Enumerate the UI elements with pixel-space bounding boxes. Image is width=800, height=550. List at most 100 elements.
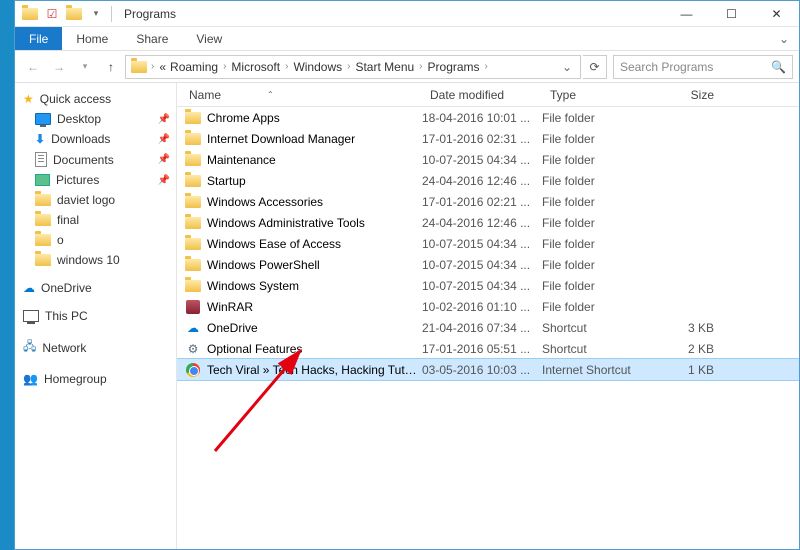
qat-newfolder-icon[interactable] xyxy=(65,5,83,23)
refresh-button[interactable]: ⟳ xyxy=(583,55,607,79)
file-type: File folder xyxy=(542,195,652,209)
folder-icon xyxy=(185,259,201,271)
folder-icon xyxy=(185,133,201,145)
file-row[interactable]: Maintenance10-07-2015 04:34 ...File fold… xyxy=(177,149,799,170)
breadcrumb-item[interactable]: Microsoft xyxy=(229,60,282,74)
address-bar[interactable]: › « Roaming › Microsoft › Windows › Star… xyxy=(125,55,581,79)
file-type: File folder xyxy=(542,300,652,314)
breadcrumb-item[interactable]: Start Menu xyxy=(353,60,416,74)
sidebar-item-folder[interactable]: windows 10 xyxy=(15,250,176,270)
tab-home[interactable]: Home xyxy=(62,27,122,50)
file-date: 17-01-2016 05:51 ... xyxy=(422,342,542,356)
breadcrumb-item[interactable]: Programs xyxy=(426,60,482,74)
window-title: Programs xyxy=(124,7,176,21)
folder-icon xyxy=(35,214,51,226)
file-row[interactable]: Startup24-04-2016 12:46 ...File folder xyxy=(177,170,799,191)
minimize-button[interactable]: — xyxy=(664,1,709,27)
sidebar-item-network[interactable]: 🖧Network xyxy=(15,334,176,361)
file-row[interactable]: ☁OneDrive21-04-2016 07:34 ...Shortcut3 K… xyxy=(177,317,799,338)
folder-icon xyxy=(185,196,201,208)
chevron-right-icon[interactable]: › xyxy=(220,61,229,72)
back-button[interactable]: ← xyxy=(21,55,45,79)
file-date: 24-04-2016 12:46 ... xyxy=(422,216,542,230)
navigation-bar: ← → ▾ ↑ › « Roaming › Microsoft › Window… xyxy=(15,51,799,83)
close-button[interactable]: ✕ xyxy=(754,1,799,27)
desktop-icon xyxy=(35,113,51,125)
chevron-right-icon[interactable]: › xyxy=(148,61,157,72)
pin-icon: 📌 xyxy=(158,154,170,165)
chevron-right-icon[interactable]: › xyxy=(482,61,491,72)
folder-icon xyxy=(185,175,201,187)
recent-dropdown-icon[interactable]: ▾ xyxy=(73,55,97,79)
chevron-right-icon[interactable]: › xyxy=(344,61,353,72)
chrome-icon xyxy=(186,363,200,377)
tab-view[interactable]: View xyxy=(182,27,236,50)
file-row[interactable]: WinRAR10-02-2016 01:10 ...File folder xyxy=(177,296,799,317)
tab-file[interactable]: File xyxy=(15,27,62,50)
download-icon: ⬇ xyxy=(35,132,45,146)
file-list-pane: Name⌃ Date modified Type Size Chrome App… xyxy=(177,83,799,549)
file-type: File folder xyxy=(542,111,652,125)
search-icon: 🔍 xyxy=(771,60,786,74)
sidebar-item-onedrive[interactable]: ☁OneDrive xyxy=(15,278,176,298)
file-date: 17-01-2016 02:31 ... xyxy=(422,132,542,146)
pin-icon: 📌 xyxy=(158,114,170,125)
file-date: 24-04-2016 12:46 ... xyxy=(422,174,542,188)
ribbon-collapse-icon[interactable]: ⌄ xyxy=(769,27,799,50)
breadcrumb-item[interactable]: Roaming xyxy=(168,60,220,74)
file-size: 1 KB xyxy=(652,363,722,377)
file-type: Internet Shortcut xyxy=(542,363,652,377)
column-header-size[interactable]: Size xyxy=(652,88,722,102)
search-placeholder: Search Programs xyxy=(620,60,713,74)
forward-button[interactable]: → xyxy=(47,55,71,79)
onedrive-icon: ☁ xyxy=(23,281,35,295)
chevron-right-icon[interactable]: › xyxy=(416,61,425,72)
file-date: 10-07-2015 04:34 ... xyxy=(422,258,542,272)
breadcrumb-item[interactable]: Windows xyxy=(291,60,344,74)
quick-access-header[interactable]: ★ Quick access xyxy=(15,89,176,109)
file-row[interactable]: Windows PowerShell10-07-2015 04:34 ...Fi… xyxy=(177,254,799,275)
file-type: Shortcut xyxy=(542,321,652,335)
tab-share[interactable]: Share xyxy=(122,27,182,50)
file-row[interactable]: Windows Administrative Tools24-04-2016 1… xyxy=(177,212,799,233)
folder-icon xyxy=(185,112,201,124)
column-header-date[interactable]: Date modified xyxy=(422,88,542,102)
maximize-button[interactable]: ☐ xyxy=(709,1,754,27)
file-name: Tech Viral » Tech Hacks, Hacking Tutoria… xyxy=(203,363,422,377)
column-header-name[interactable]: Name⌃ xyxy=(177,88,422,102)
file-row[interactable]: Windows Ease of Access10-07-2015 04:34 .… xyxy=(177,233,799,254)
up-button[interactable]: ↑ xyxy=(99,55,123,79)
file-name: Internet Download Manager xyxy=(203,132,422,146)
sidebar-item-pictures[interactable]: Pictures📌 xyxy=(15,170,176,190)
explorer-window: ☑ ▾ Programs — ☐ ✕ File Home Share View … xyxy=(14,0,800,550)
qat-dropdown-icon[interactable]: ▾ xyxy=(87,5,105,23)
sidebar-item-homegroup[interactable]: 👥Homegroup xyxy=(15,369,176,389)
star-icon: ★ xyxy=(23,92,34,106)
file-row[interactable]: Windows Accessories17-01-2016 02:21 ...F… xyxy=(177,191,799,212)
breadcrumb-prefix[interactable]: « xyxy=(157,60,168,74)
sidebar-item-folder[interactable]: o xyxy=(15,230,176,250)
file-type: File folder xyxy=(542,258,652,272)
sidebar-item-downloads[interactable]: ⬇Downloads📌 xyxy=(15,129,176,149)
file-row[interactable]: ⚙Optional Features17-01-2016 05:51 ...Sh… xyxy=(177,338,799,359)
search-input[interactable]: Search Programs 🔍 xyxy=(613,55,793,79)
column-header-type[interactable]: Type xyxy=(542,88,652,102)
qat-properties-icon[interactable]: ☑ xyxy=(43,5,61,23)
file-date: 10-07-2015 04:34 ... xyxy=(422,153,542,167)
file-row[interactable]: Internet Download Manager17-01-2016 02:3… xyxy=(177,128,799,149)
sidebar-item-desktop[interactable]: Desktop📌 xyxy=(15,109,176,129)
sidebar-item-folder[interactable]: daviet logo xyxy=(15,190,176,210)
file-date: 18-04-2016 10:01 ... xyxy=(422,111,542,125)
title-bar: ☑ ▾ Programs — ☐ ✕ xyxy=(15,1,799,27)
chevron-right-icon[interactable]: › xyxy=(282,61,291,72)
file-row[interactable]: Chrome Apps18-04-2016 10:01 ...File fold… xyxy=(177,107,799,128)
sidebar-item-thispc[interactable]: This PC xyxy=(15,306,176,326)
sidebar-item-documents[interactable]: Documents📌 xyxy=(15,149,176,170)
sidebar-item-folder[interactable]: final xyxy=(15,210,176,230)
file-date: 10-07-2015 04:34 ... xyxy=(422,279,542,293)
address-dropdown-icon[interactable]: ⌄ xyxy=(558,60,576,74)
sort-indicator-icon: ⌃ xyxy=(267,90,274,99)
file-type: File folder xyxy=(542,174,652,188)
file-row[interactable]: Tech Viral » Tech Hacks, Hacking Tutoria… xyxy=(177,359,799,380)
file-row[interactable]: Windows System10-07-2015 04:34 ...File f… xyxy=(177,275,799,296)
